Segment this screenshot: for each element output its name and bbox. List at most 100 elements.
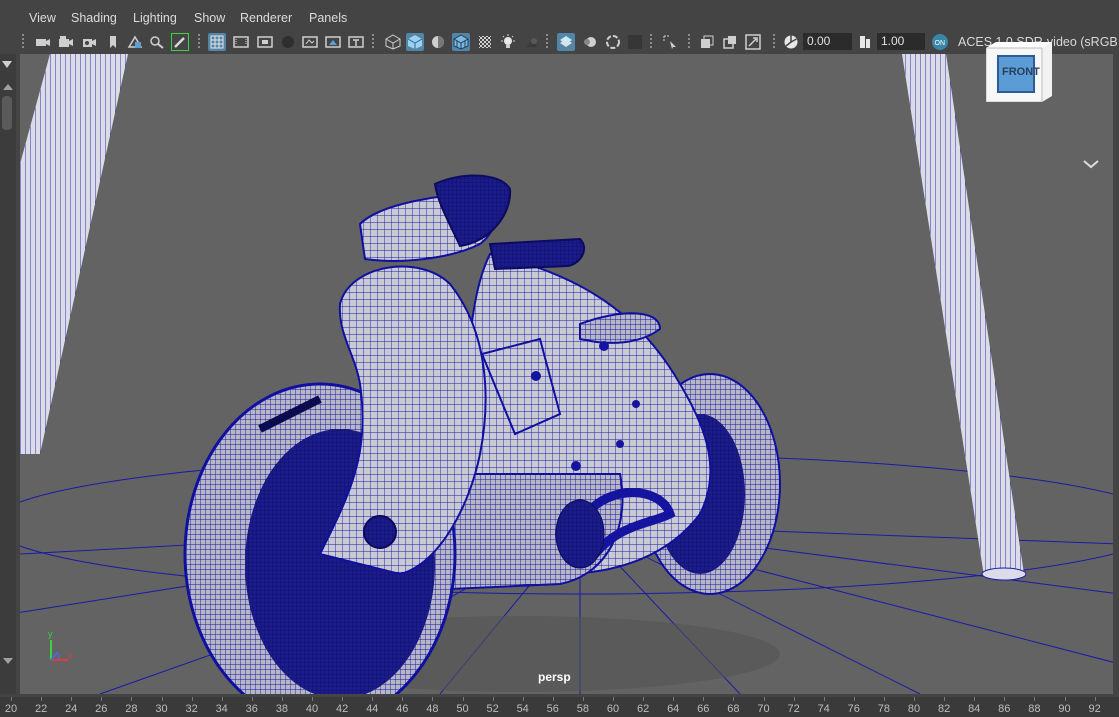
wireframe-on-shaded-icon[interactable] (452, 33, 470, 51)
timeline-tick-label: 52 (486, 703, 499, 715)
viewcube-menu-chevron-icon[interactable] (1081, 158, 1101, 170)
timeline-tick (71, 697, 73, 701)
toolbar-grip[interactable] (22, 34, 24, 50)
menu-lighting[interactable]: Lighting (133, 11, 177, 25)
gate-mask-icon[interactable] (279, 33, 297, 51)
timeline-tick (161, 697, 163, 701)
backface-culling-icon[interactable] (744, 33, 762, 51)
left-pillar-mesh (20, 54, 128, 454)
timeline-tick (1064, 697, 1066, 701)
timeline-tick-label: 72 (787, 703, 800, 715)
camera-lock-icon[interactable] (80, 33, 98, 51)
timeline-tick-label: 68 (727, 703, 740, 715)
timeline-tick-label: 92 (1088, 703, 1101, 715)
menu-show[interactable]: Show (194, 11, 225, 25)
3d-viewport[interactable]: y z x persp (20, 54, 1113, 694)
depth-of-field-icon[interactable] (626, 33, 644, 51)
axis-z-label: z (57, 651, 62, 661)
field-chart-icon[interactable] (301, 33, 319, 51)
time-slider[interactable]: 20 22 24 26 28 30 32 34 36 38 40 42 44 46 48 50 52 54 56 58… (0, 697, 1119, 717)
timeline-tick-label: 22 (34, 703, 48, 715)
2d-pan-zoom-icon[interactable] (148, 33, 166, 51)
wireframe-icon[interactable] (384, 33, 402, 51)
timeline-tick-label: 32 (185, 703, 198, 715)
timeline-tick (432, 697, 434, 701)
timeline-tick (372, 697, 374, 701)
select-camera-icon[interactable] (34, 33, 52, 51)
use-default-material-icon[interactable] (429, 33, 447, 51)
viewport-menu-bar: View Shading Lighting Show Renderer Pane… (0, 0, 1119, 30)
scroll-down-arrow-icon[interactable] (0, 656, 16, 666)
scrollbar-thumb[interactable] (2, 96, 12, 130)
viewcube-face-label: FRONT (1002, 66, 1040, 78)
left-panel-strip (0, 54, 16, 694)
axis-x-label: x (68, 651, 73, 661)
timeline-tick (251, 697, 253, 701)
menu-panels[interactable]: Panels (309, 11, 347, 25)
timeline-tick-label: 70 (757, 703, 770, 715)
timeline-tick (914, 697, 915, 701)
safe-action-icon[interactable] (324, 33, 342, 51)
timeline-tick (613, 697, 614, 701)
timeline-tick-label: 90 (1058, 703, 1071, 715)
timeline-tick-label: 46 (396, 703, 409, 715)
motion-blur-icon[interactable] (581, 33, 599, 51)
timeline-tick-label: 26 (95, 703, 108, 715)
timeline-tick-label: 42 (335, 703, 349, 715)
grid-icon[interactable] (208, 33, 226, 51)
menu-renderer[interactable]: Renderer (240, 11, 292, 25)
timeline-tick-label: 30 (155, 703, 168, 715)
timeline-tick-label: 80 (907, 703, 921, 715)
resolution-gate-icon[interactable] (256, 33, 274, 51)
svg-text:ON: ON (935, 40, 946, 47)
timeline-tick (944, 697, 946, 701)
timeline-tick (1004, 697, 1006, 701)
collapse-arrow-icon[interactable] (0, 58, 16, 72)
smooth-shade-all-icon[interactable] (406, 33, 424, 51)
right-pillar-mesh (902, 54, 1024, 576)
timeline-tick-label: 40 (305, 703, 319, 715)
camera-attributes-icon[interactable] (57, 33, 75, 51)
camera-name-label: persp (538, 670, 571, 684)
bookmark-icon[interactable] (104, 33, 122, 51)
film-gate-icon[interactable] (232, 33, 250, 51)
timeline-tick-label: 86 (998, 703, 1011, 715)
timeline-tick (733, 697, 735, 701)
timeline-tick (221, 697, 223, 701)
timeline-tick-label: 58 (576, 703, 590, 715)
timeline-tick (853, 697, 855, 701)
timeline-tick (11, 697, 12, 701)
timeline-tick-label: 28 (125, 703, 138, 715)
safe-title-icon[interactable] (347, 33, 365, 51)
timeline-tick (522, 697, 524, 701)
multisample-aa-icon[interactable] (604, 33, 622, 51)
gamma-field[interactable]: 1.00 (877, 33, 925, 50)
color-management-icon[interactable]: ON (931, 33, 949, 51)
screen-space-ao-icon[interactable] (557, 33, 575, 51)
xray-icon[interactable] (476, 33, 494, 51)
exposure-icon[interactable] (782, 33, 800, 51)
image-plane-icon[interactable] (126, 33, 144, 51)
timeline-tick-label: 20 (4, 703, 18, 715)
timeline-tick (1034, 697, 1036, 701)
timeline-tick-label: 66 (697, 703, 710, 715)
grease-pencil-icon[interactable] (171, 33, 189, 51)
timeline-tick (281, 697, 283, 701)
timeline-tick (582, 697, 584, 701)
isolate-select-icon[interactable] (661, 33, 679, 51)
timeline-tick-label: 76 (847, 703, 860, 715)
menu-shading[interactable]: Shading (71, 11, 117, 25)
timeline-tick-label: 82 (937, 703, 951, 715)
xray-active-components-icon[interactable] (721, 33, 739, 51)
menu-view[interactable]: View (29, 11, 56, 25)
xray-joints-icon[interactable] (698, 33, 716, 51)
timeline-tick-label: 64 (667, 703, 680, 715)
timeline-tick-label: 78 (877, 703, 891, 715)
gamma-icon[interactable] (856, 33, 874, 51)
shadows-icon[interactable] (523, 33, 541, 51)
exposure-field[interactable]: 0.00 (803, 33, 852, 50)
scroll-up-arrow-icon[interactable] (0, 82, 16, 92)
use-all-lights-icon[interactable] (499, 33, 517, 51)
timeline-tick-label: 24 (65, 703, 78, 715)
timeline-tick (342, 697, 344, 701)
